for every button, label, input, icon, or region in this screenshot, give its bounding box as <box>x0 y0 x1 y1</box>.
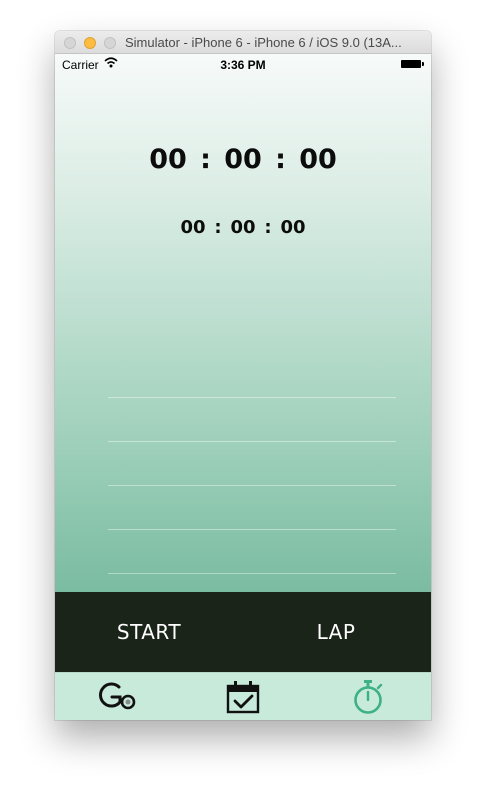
battery-icon <box>401 60 424 68</box>
simulator-window: Simulator - iPhone 6 - iPhone 6 / iOS 9.… <box>55 31 431 720</box>
main-timer-separator: : <box>200 143 211 175</box>
phone-screen: Carrier 3:36 PM 00 : 00 : 00 00 : 00 : 0… <box>55 54 431 720</box>
main-timer-minutes: 00 <box>224 143 262 175</box>
lap-button[interactable]: LAP <box>261 592 411 672</box>
zoom-window-button[interactable] <box>104 37 116 49</box>
main-timer-seconds: 00 <box>299 143 337 175</box>
tab-calendar[interactable] <box>180 673 305 720</box>
calendar-check-icon <box>226 681 259 714</box>
tab-go[interactable] <box>55 673 180 720</box>
main-timer-display: 00 : 00 : 00 <box>55 137 431 181</box>
lap-list-row <box>108 442 396 486</box>
lap-timer-hours: 00 <box>180 216 206 238</box>
lap-timer-seconds: 00 <box>280 216 306 238</box>
lap-list-row <box>108 486 396 530</box>
window-titlebar: Simulator - iPhone 6 - iPhone 6 / iOS 9.… <box>55 31 431 54</box>
status-time: 3:36 PM <box>220 58 266 72</box>
minimize-window-button[interactable] <box>84 37 96 49</box>
lap-list-row <box>108 398 396 442</box>
lap-timer-display: 00 : 00 : 00 <box>55 212 431 242</box>
tab-bar <box>55 672 431 720</box>
close-window-button[interactable] <box>64 37 76 49</box>
start-button[interactable]: START <box>74 592 224 672</box>
lap-list-row <box>108 530 396 574</box>
main-timer-separator: : <box>275 143 286 175</box>
stopwatch-icon <box>353 680 382 714</box>
main-timer-hours: 00 <box>149 143 187 175</box>
status-bar: Carrier 3:36 PM <box>55 54 431 74</box>
go-icon <box>98 682 135 710</box>
lap-timer-minutes: 00 <box>230 216 256 238</box>
control-bar: START LAP <box>55 592 431 672</box>
lap-list-row <box>108 354 396 398</box>
lap-timer-separator: : <box>264 216 272 238</box>
tab-stopwatch[interactable] <box>305 673 430 720</box>
window-title: Simulator - iPhone 6 - iPhone 6 / iOS 9.… <box>125 35 402 50</box>
lap-list[interactable] <box>108 354 396 574</box>
lap-timer-separator: : <box>214 216 222 238</box>
